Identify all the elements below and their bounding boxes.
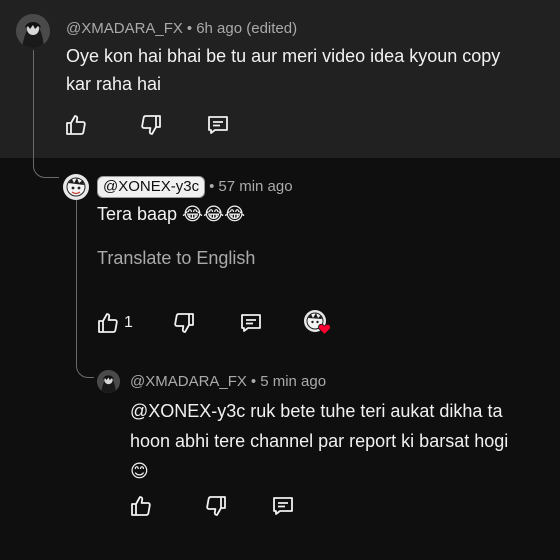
meta-separator: •: [209, 178, 215, 195]
reply-text-line: @XONEX-y3c ruk bete tuhe teri aukat dikh…: [130, 401, 503, 421]
meta-separator: •: [186, 20, 193, 37]
like-icon: [131, 496, 151, 516]
reply-icon: [208, 116, 228, 134]
reply-text: Tera baap 😂😂😂: [97, 204, 246, 224]
thread-connector-reply-2: [76, 362, 94, 378]
reply-icon: [241, 314, 261, 332]
reply-text-line: 😊: [130, 461, 149, 481]
reply-icon: [273, 497, 293, 515]
avatar[interactable]: [63, 174, 89, 200]
reply-author[interactable]: @XMADARA_FX: [130, 373, 247, 390]
like-button[interactable]: [94, 309, 122, 337]
thread-line-reply: [76, 200, 77, 362]
like-icon: [66, 115, 86, 135]
like-icon: [98, 313, 118, 333]
avatar-image: [63, 174, 89, 200]
reply-button[interactable]: [269, 492, 297, 520]
reply-meta: @XMADARA_FX • 5 min ago: [130, 373, 326, 390]
creator-heart-badge[interactable]: [304, 310, 332, 336]
creator-heart-icon: [318, 323, 331, 335]
thread-connector-reply-1: [33, 162, 59, 178]
reply-button[interactable]: [204, 111, 232, 139]
reply-time[interactable]: 57 min ago: [218, 178, 292, 195]
dislike-icon: [206, 496, 226, 516]
dislike-icon: [141, 115, 161, 135]
comment-text-line: kar raha hai: [66, 74, 162, 94]
reply-text-line: hoon abhi tere channel par report ki bar…: [130, 431, 509, 451]
comment-text: Oye kon hai bhai be tu aur meri video id…: [66, 42, 500, 98]
avatar[interactable]: [97, 370, 120, 393]
reply-time[interactable]: 5 min ago: [260, 373, 326, 390]
dislike-button[interactable]: [202, 492, 230, 520]
reply-author-chip[interactable]: @XONEX-y3c: [97, 176, 206, 198]
comment-meta: @XMADARA_FX • 6h ago (edited): [66, 20, 297, 37]
avatar-image: [97, 370, 120, 393]
comment-author[interactable]: @XMADARA_FX: [66, 20, 183, 37]
dislike-button[interactable]: [137, 111, 165, 139]
reply-text: @XONEX-y3c ruk bete tuhe teri aukat dikh…: [130, 396, 508, 486]
like-button[interactable]: [127, 492, 155, 520]
like-button[interactable]: [62, 111, 90, 139]
translate-link[interactable]: Translate to English: [97, 248, 255, 269]
like-count: 1: [124, 314, 133, 331]
thread-line-main: [33, 50, 34, 162]
dislike-button[interactable]: [170, 309, 198, 337]
reply-button[interactable]: [237, 309, 265, 337]
comment-text-line: Oye kon hai bhai be tu aur meri video id…: [66, 46, 501, 66]
meta-separator: •: [250, 373, 257, 390]
avatar[interactable]: [16, 14, 50, 48]
dislike-icon: [174, 313, 194, 333]
avatar-image: [16, 14, 50, 48]
comment-time[interactable]: 6h ago (edited): [196, 20, 297, 37]
reply-meta: @XONEX-y3c • 57 min ago: [97, 176, 293, 198]
